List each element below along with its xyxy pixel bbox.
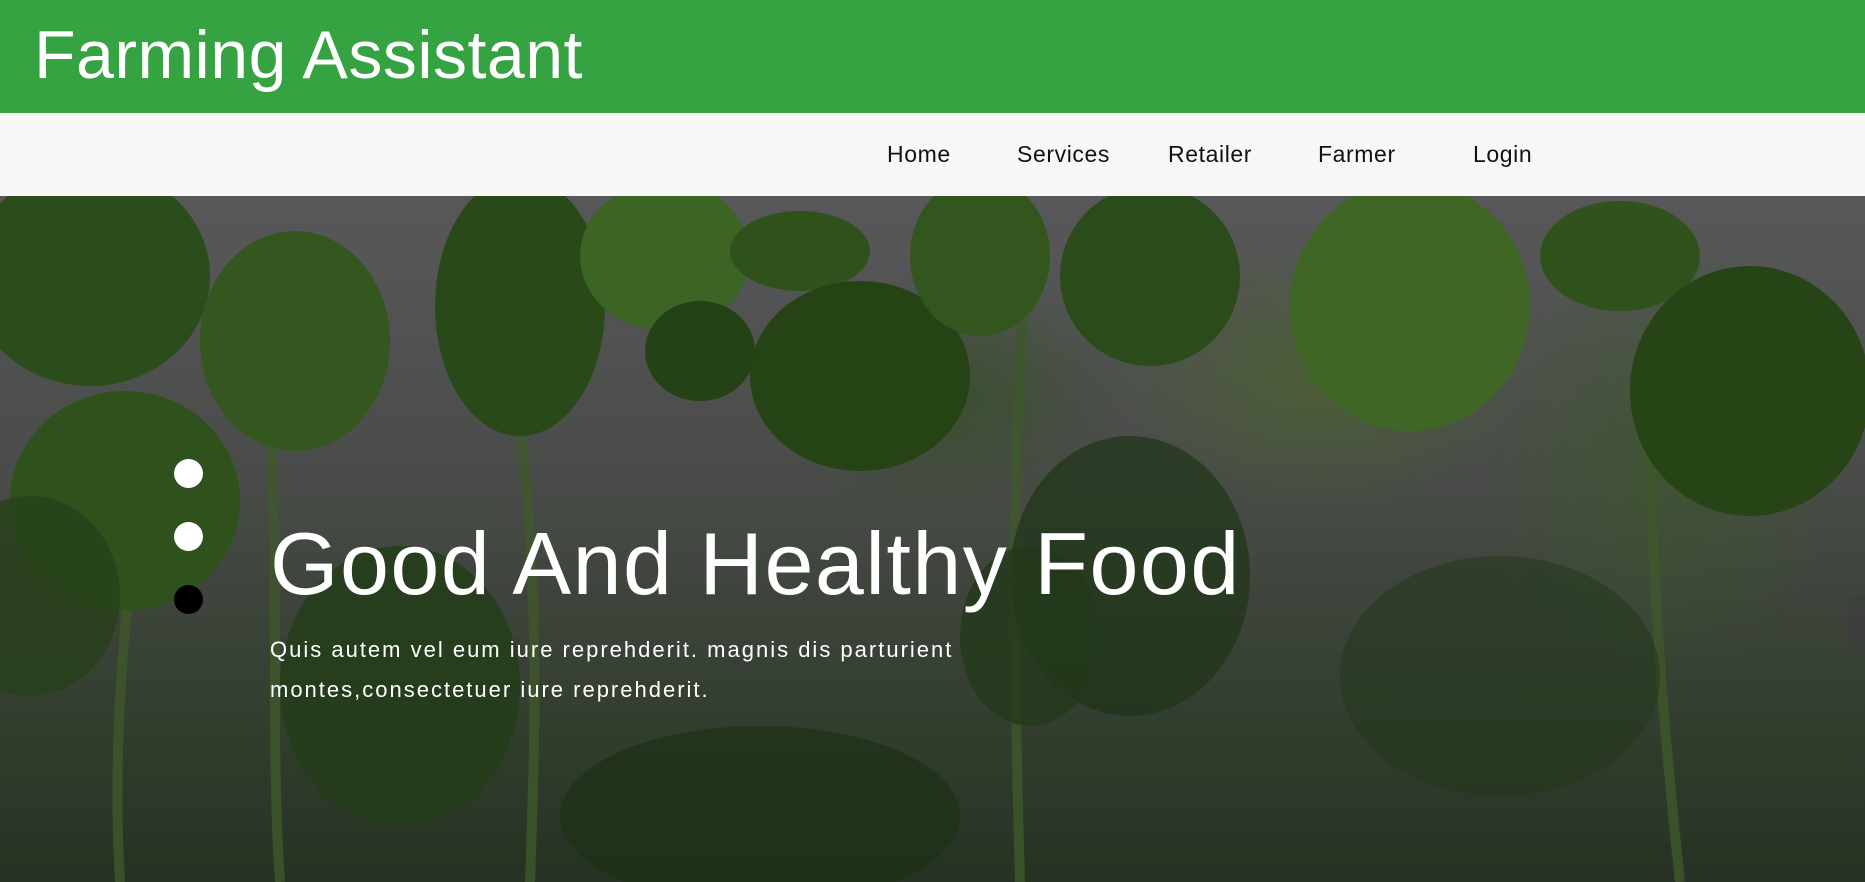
nav-retailer-link[interactable]: Retailer	[1168, 141, 1252, 168]
main-navigation: Home Services Retailer Farmer Login	[0, 113, 1865, 196]
carousel-indicator-2[interactable]	[174, 522, 203, 551]
nav-services-link[interactable]: Services	[1017, 141, 1110, 168]
nav-farmer-link[interactable]: Farmer	[1318, 141, 1396, 168]
carousel-next-handle[interactable]	[1848, 596, 1865, 648]
hero-title: Good And Healthy Food	[270, 514, 1241, 613]
carousel-indicator-3[interactable]	[174, 585, 203, 614]
brand-title[interactable]: Farming Assistant	[34, 12, 583, 98]
top-header-bar: Farming Assistant	[0, 0, 1865, 113]
nav-login-link[interactable]: Login	[1473, 141, 1532, 168]
nav-home-link[interactable]: Home	[887, 141, 951, 168]
carousel-indicator-1[interactable]	[174, 459, 203, 488]
hero-carousel: Good And Healthy Food Quis autem vel eum…	[0, 196, 1865, 882]
hero-subtitle: Quis autem vel eum iure reprehderit. mag…	[270, 637, 954, 702]
